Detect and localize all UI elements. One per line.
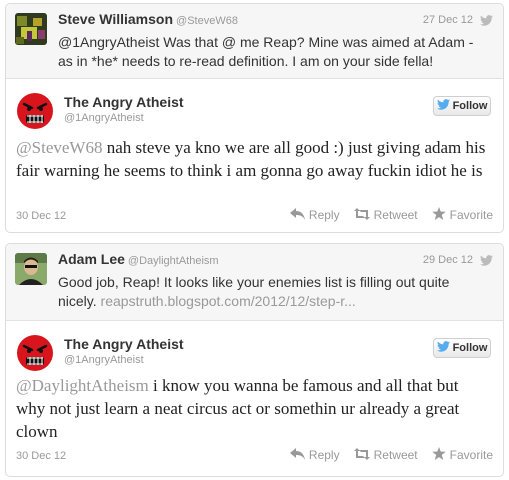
main-author-handle[interactable]: @1AngryAtheist bbox=[64, 112, 144, 124]
reply-label: Reply bbox=[308, 448, 340, 462]
tweet-mention[interactable]: @DaylightAtheism bbox=[16, 376, 149, 395]
reply-label: Reply bbox=[308, 208, 340, 222]
retweet-icon bbox=[353, 207, 370, 223]
avatar-adam-lee[interactable] bbox=[15, 253, 47, 285]
reply-author-name[interactable]: Adam Lee bbox=[58, 251, 125, 267]
retweet-button[interactable]: Retweet bbox=[353, 207, 418, 223]
favorite-star-icon bbox=[431, 447, 446, 463]
follow-button[interactable]: Follow bbox=[433, 96, 491, 116]
reply-author[interactable]: Adam Lee @DaylightAtheism bbox=[58, 251, 219, 267]
favorite-label: Favorite bbox=[449, 208, 493, 222]
reply-arrow-icon bbox=[289, 207, 305, 223]
follow-label: Follow bbox=[452, 342, 488, 354]
reply-arrow-icon bbox=[289, 447, 305, 463]
tweet-mention[interactable]: @SteveW68 bbox=[16, 138, 102, 157]
favorite-star-icon bbox=[431, 207, 446, 223]
twitter-bird-icon bbox=[436, 341, 450, 355]
avatar-angry-atheist[interactable] bbox=[15, 333, 55, 373]
retweet-button[interactable]: Retweet bbox=[353, 447, 418, 463]
main-author-handle[interactable]: @1AngryAtheist bbox=[64, 354, 144, 366]
reply-author-name[interactable]: Steve Williamson bbox=[58, 11, 173, 27]
reply-link[interactable]: reapstruth.blogspot.com/2012/12/step-r..… bbox=[101, 293, 356, 309]
main-author-name[interactable]: The Angry Atheist bbox=[64, 94, 184, 110]
twitter-bird-icon[interactable] bbox=[480, 13, 493, 31]
twitter-bird-icon bbox=[436, 99, 450, 113]
reply-text-body: @1AngryAtheist Was that @ me Reap? Mine … bbox=[58, 34, 474, 69]
favorite-button[interactable]: Favorite bbox=[431, 447, 493, 463]
favorite-label: Favorite bbox=[449, 448, 493, 462]
retweet-label: Retweet bbox=[373, 448, 418, 462]
main-author-name[interactable]: The Angry Atheist bbox=[64, 336, 184, 352]
main-tweet-text-2: @DaylightAtheism i know you wanna be fam… bbox=[16, 374, 491, 443]
follow-label: Follow bbox=[452, 100, 488, 112]
tweet-actions-1: Reply Retweet Favorite bbox=[289, 207, 493, 223]
main-tweet-date[interactable]: 30 Dec 12 bbox=[16, 450, 66, 462]
reply-text: Good job, Reap! It looks like your enemi… bbox=[58, 273, 488, 311]
reply-author-handle[interactable]: @SteveW68 bbox=[176, 15, 238, 27]
favorite-button[interactable]: Favorite bbox=[431, 207, 493, 223]
retweet-label: Retweet bbox=[373, 208, 418, 222]
avatar-steve-williamson[interactable] bbox=[15, 13, 47, 45]
reply-button[interactable]: Reply bbox=[289, 207, 340, 223]
follow-button[interactable]: Follow bbox=[433, 338, 491, 358]
reply-button[interactable]: Reply bbox=[289, 447, 340, 463]
tweet-actions-2: Reply Retweet Favorite bbox=[289, 447, 493, 463]
avatar-angry-atheist[interactable] bbox=[15, 91, 55, 131]
tweet-card-1: Steve Williamson @SteveW68 27 Dec 12 @1An… bbox=[5, 3, 504, 233]
in-reply-to-tweet: Steve Williamson @SteveW68 27 Dec 12 @1An… bbox=[6, 4, 503, 79]
main-tweet-date[interactable]: 30 Dec 12 bbox=[16, 210, 66, 222]
reply-date[interactable]: 27 Dec 12 bbox=[423, 14, 473, 26]
reply-author[interactable]: Steve Williamson @SteveW68 bbox=[58, 11, 238, 27]
reply-author-handle[interactable]: @DaylightAtheism bbox=[128, 255, 219, 267]
reply-text: @1AngryAtheist Was that @ me Reap? Mine … bbox=[58, 33, 488, 71]
main-tweet-text-1: @SteveW68 nah steve ya kno we are all go… bbox=[16, 136, 491, 182]
twitter-bird-icon[interactable] bbox=[480, 253, 493, 271]
retweet-icon bbox=[353, 447, 370, 463]
reply-date[interactable]: 29 Dec 12 bbox=[423, 254, 473, 266]
in-reply-to-tweet: Adam Lee @DaylightAtheism 29 Dec 12 Good … bbox=[6, 244, 503, 321]
